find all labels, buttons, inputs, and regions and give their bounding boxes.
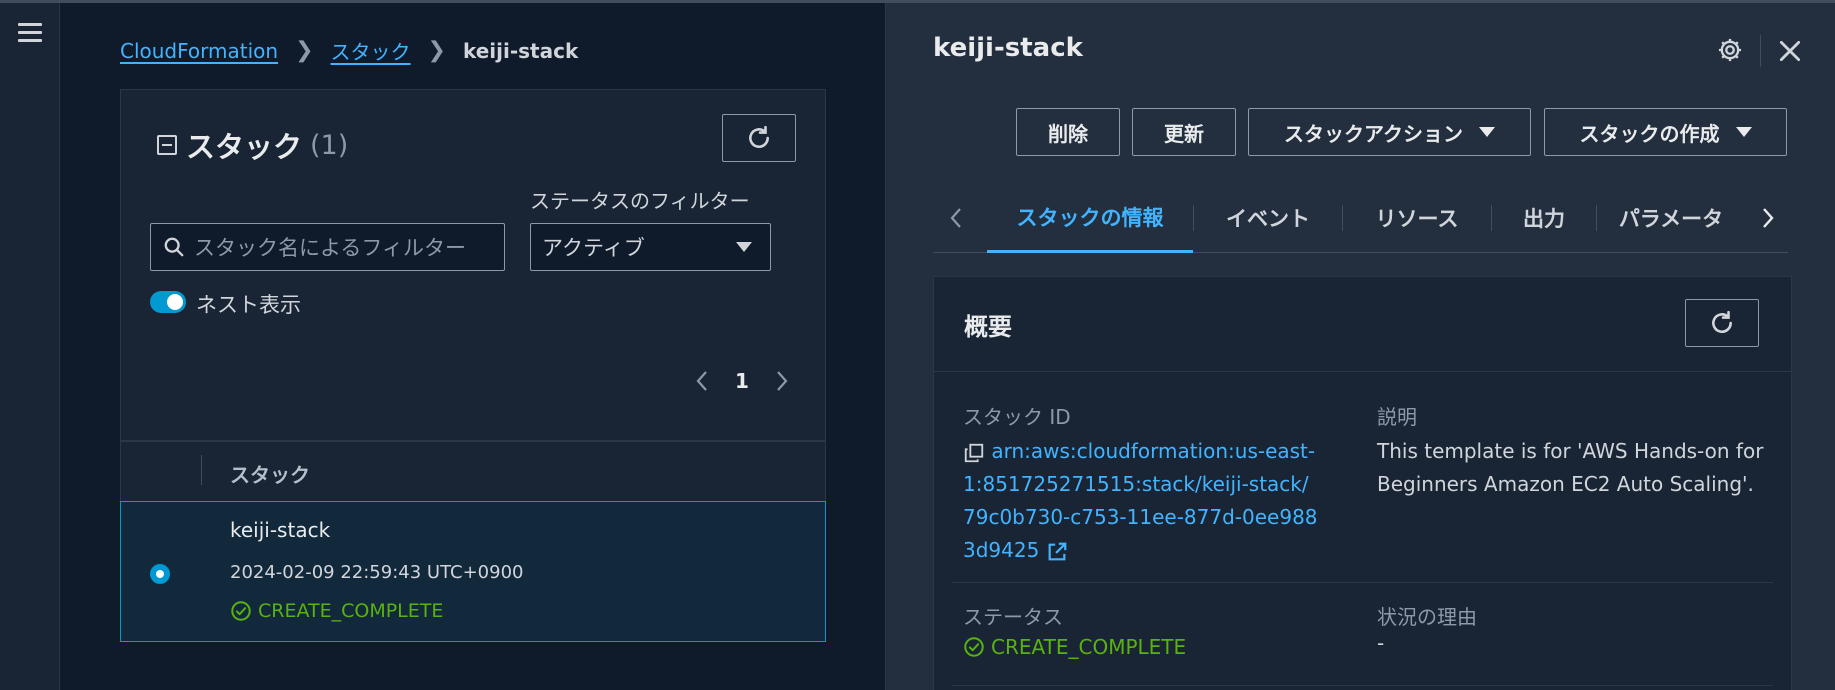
panel-title: スタック <box>186 130 303 164</box>
status-reason-label: 状況の理由 <box>1377 605 1477 629</box>
chevron-right-icon: ❯ <box>427 38 446 63</box>
delete-label: 削除 <box>1048 121 1088 146</box>
create-stack-label: スタックの作成 <box>1579 121 1720 146</box>
caret-down-icon <box>736 242 752 252</box>
overview-divider <box>952 685 1773 686</box>
stack-name: keiji-stack <box>230 518 331 542</box>
refresh-icon <box>749 125 769 149</box>
close-icon[interactable] <box>1777 38 1803 64</box>
success-icon <box>964 637 984 657</box>
gear-icon[interactable] <box>1716 36 1744 64</box>
row-select-radio[interactable] <box>150 564 170 584</box>
table-header: スタック <box>120 441 826 501</box>
stack-id-value: arn:aws:cloudformation:us-east-1:8517252… <box>963 435 1318 567</box>
nested-view-toggle[interactable] <box>150 291 186 313</box>
external-link-icon[interactable] <box>1046 541 1068 563</box>
stack-search-input[interactable]: スタック名によるフィルター <box>150 223 505 271</box>
detail-title: keiji-stack <box>933 33 1083 63</box>
search-icon <box>164 237 184 257</box>
update-button[interactable]: 更新 <box>1132 108 1236 156</box>
panel-header: スタック (1) <box>157 124 348 166</box>
nested-view-label: ネスト表示 <box>196 293 301 317</box>
success-icon <box>231 601 251 621</box>
refresh-overview-button[interactable] <box>1685 299 1759 347</box>
create-stack-button[interactable]: スタックの作成 <box>1544 108 1787 156</box>
header-divider <box>1760 35 1761 67</box>
update-label: 更新 <box>1164 121 1204 146</box>
collapse-icon[interactable] <box>157 135 177 155</box>
tabs-scroll-right-icon[interactable] <box>1755 203 1781 233</box>
caret-down-icon <box>1479 127 1495 137</box>
overview-status: CREATE_COMPLETE <box>963 635 1186 659</box>
status-filter-value: アクティブ <box>542 236 645 260</box>
status-reason-value: - <box>1377 631 1385 655</box>
detail-tabs: スタックの情報 イベント リソース 出力 パラメータ <box>933 183 1788 253</box>
status-label: ステータス <box>963 605 1063 629</box>
tab-events[interactable]: イベント <box>1194 183 1342 253</box>
overview-status-text: CREATE_COMPLETE <box>991 635 1187 659</box>
overview-panel: 概要 スタック ID arn:aws:cloudformation:us-eas… <box>933 276 1792 690</box>
status-filter-select[interactable]: アクティブ <box>530 223 771 271</box>
breadcrumb-cloudformation[interactable]: CloudFormation <box>120 39 278 63</box>
stack-id-label: スタック ID <box>963 405 1071 429</box>
stack-id-link[interactable]: arn:aws:cloudformation:us-east-1:8517252… <box>963 439 1318 562</box>
page-number[interactable]: 1 <box>735 369 749 393</box>
breadcrumb: CloudFormation ❯ スタック ❯ keiji-stack <box>120 36 578 65</box>
caret-down-icon <box>1735 127 1752 137</box>
search-placeholder: スタック名によるフィルター <box>194 236 466 260</box>
next-page-icon[interactable] <box>769 368 795 394</box>
stack-status: CREATE_COMPLETE <box>230 600 443 622</box>
copy-icon[interactable] <box>963 442 985 464</box>
overview-header: 概要 <box>934 277 1791 372</box>
stack-status-text: CREATE_COMPLETE <box>258 600 444 622</box>
overview-divider <box>952 582 1773 583</box>
description-label: 説明 <box>1377 405 1417 429</box>
side-navigation-rail <box>0 3 60 690</box>
stack-count: (1) <box>310 129 349 161</box>
pagination: 1 <box>689 368 795 394</box>
menu-icon[interactable] <box>18 23 42 45</box>
delete-button[interactable]: 削除 <box>1016 108 1120 156</box>
tab-stack-info[interactable]: スタックの情報 <box>987 183 1193 253</box>
stacks-panel: スタック (1) ステータスのフィルター スタック名によるフィルター アクティブ… <box>120 89 826 441</box>
tab-resources[interactable]: リソース <box>1343 183 1491 253</box>
tab-parameters[interactable]: パラメータ <box>1597 183 1745 253</box>
stack-detail-pane: keiji-stack 削除 更新 スタックアクション スタックの作成 スタック… <box>886 3 1835 690</box>
column-divider <box>201 455 202 485</box>
breadcrumb-current: keiji-stack <box>462 38 579 63</box>
refresh-icon <box>1712 310 1732 334</box>
breadcrumb-stacks[interactable]: スタック <box>331 36 411 65</box>
tabs-scroll-left-icon[interactable] <box>943 203 969 233</box>
status-filter-label: ステータスのフィルター <box>530 189 750 213</box>
chevron-right-icon: ❯ <box>295 38 314 63</box>
refresh-stacks-button[interactable] <box>722 114 796 162</box>
column-header-stack[interactable]: スタック <box>230 459 310 488</box>
overview-title: 概要 <box>964 313 1012 341</box>
stacks-pane: CloudFormation ❯ スタック ❯ keiji-stack スタック… <box>61 3 885 690</box>
stack-actions-label: スタックアクション <box>1284 121 1463 146</box>
stack-created-time: 2024-02-09 22:59:43 UTC+0900 <box>230 562 524 583</box>
table-row[interactable]: keiji-stack 2024-02-09 22:59:43 UTC+0900… <box>120 501 826 642</box>
tab-outputs[interactable]: 出力 <box>1492 183 1596 253</box>
stack-actions-button[interactable]: スタックアクション <box>1248 108 1531 156</box>
previous-page-icon[interactable] <box>689 368 715 394</box>
description-value: This template is for 'AWS Hands-on for B… <box>1377 439 1764 496</box>
